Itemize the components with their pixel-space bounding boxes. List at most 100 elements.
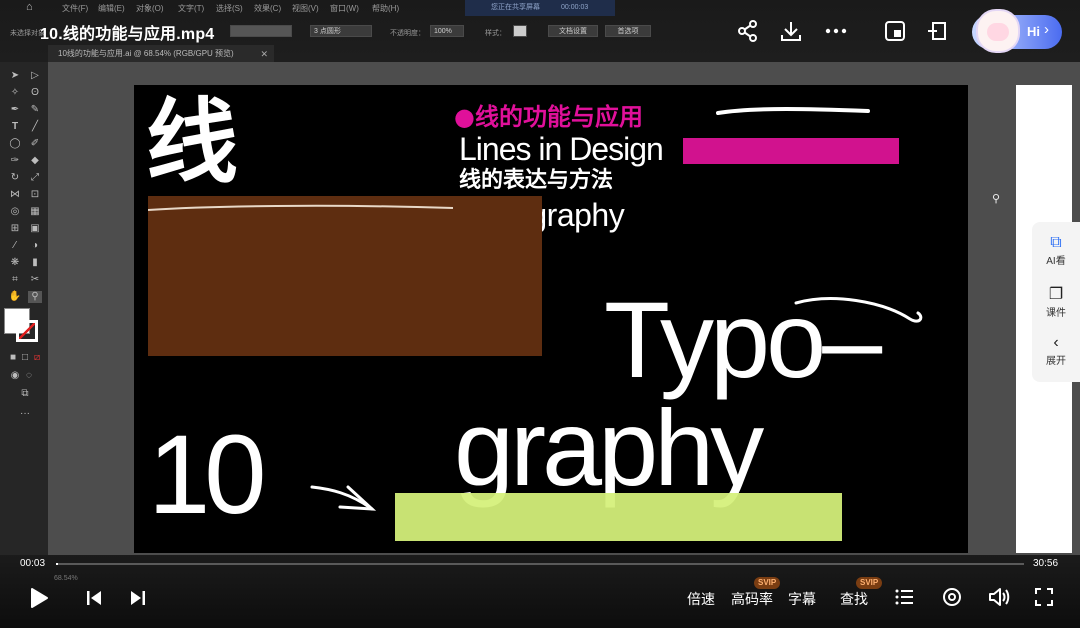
line-tool-icon[interactable]: ╱ bbox=[28, 121, 42, 133]
close-icon[interactable]: ✕ bbox=[260, 45, 268, 63]
eraser-tool-icon[interactable]: ◆ bbox=[28, 155, 42, 167]
lasso-tool-icon[interactable]: ʘ bbox=[28, 87, 42, 99]
lime-bar bbox=[395, 493, 842, 541]
curvature-tool-icon[interactable]: ✎ bbox=[28, 104, 42, 116]
slice-tool-icon[interactable]: ✂ bbox=[28, 274, 42, 286]
stroke-color-field[interactable] bbox=[230, 25, 292, 37]
gradient-tool-icon[interactable]: ▣ bbox=[28, 223, 42, 235]
fullscreen-icon[interactable] bbox=[1034, 587, 1054, 607]
progress-bar[interactable] bbox=[56, 563, 1024, 565]
stroke-profile-select[interactable]: 3 点圆形 bbox=[310, 25, 372, 37]
preferences-button[interactable]: 首选项 bbox=[605, 25, 651, 37]
rotate-tool-icon[interactable]: ↻ bbox=[8, 172, 22, 184]
zoom-tool-icon[interactable]: ⚲ bbox=[28, 291, 42, 303]
shape-builder-tool-icon[interactable]: ◎ bbox=[8, 206, 22, 218]
volume-icon[interactable] bbox=[988, 586, 1010, 608]
menu-help[interactable]: 帮助(H) bbox=[372, 3, 399, 14]
artboard-tool-icon[interactable]: ⌗ bbox=[8, 274, 22, 286]
chevron-left-icon: ‹ bbox=[1053, 334, 1059, 351]
progress-fill bbox=[56, 563, 58, 565]
document-setup-button[interactable]: 文档设置 bbox=[548, 25, 598, 37]
selection-tool-icon[interactable]: ➤ bbox=[8, 70, 22, 82]
expand-label: 展开 bbox=[1046, 356, 1066, 367]
video-title: 10.线的功能与应用.mp4 bbox=[40, 26, 215, 43]
artboard-big-character: 线 bbox=[146, 89, 239, 196]
subtitles-button[interactable]: 字幕 bbox=[788, 589, 816, 609]
ai-menubar: ⌂ 文件(F) 编辑(E) 对象(O) 文字(T) 选择(S) 效果(C) 视图… bbox=[0, 0, 960, 16]
speed-button[interactable]: 倍速 bbox=[687, 589, 715, 609]
artboard-big-typo: Typo– bbox=[604, 279, 882, 400]
assistant-avatar bbox=[976, 9, 1020, 53]
none-mode-icon[interactable]: ⧄ bbox=[30, 352, 44, 364]
side-panel: ⧉ AI看 ❐ 课件 ‹ 展开 bbox=[1032, 222, 1080, 382]
artboard-pink-title: ●线的功能与应用 bbox=[454, 103, 643, 131]
search-button[interactable]: 查找 bbox=[840, 589, 868, 609]
menu-edit[interactable]: 编辑(E) bbox=[98, 3, 125, 14]
ai-watch-icon: ⧉ bbox=[1050, 234, 1062, 251]
edit-toolbar-icon[interactable]: ··· bbox=[18, 408, 32, 420]
brown-rectangle bbox=[148, 196, 542, 356]
graph-tool-icon[interactable]: ▮ bbox=[28, 257, 42, 269]
symbol-sprayer-tool-icon[interactable]: ❋ bbox=[8, 257, 22, 269]
courseware-icon: ❐ bbox=[1048, 286, 1064, 303]
ai-assistant-button[interactable]: Hi › bbox=[972, 9, 1062, 53]
bitrate-svip-badge: SVIP bbox=[754, 577, 781, 589]
arrow-shape bbox=[310, 485, 377, 511]
stroke-swatch[interactable] bbox=[16, 320, 38, 342]
hand-tool-icon[interactable]: ✋ bbox=[8, 291, 22, 303]
share-banner-text: 您正在共享屏幕 bbox=[491, 4, 540, 11]
free-transform-tool-icon[interactable]: ⊡ bbox=[28, 189, 42, 201]
opacity-value: 100% bbox=[434, 28, 452, 35]
courseware-button[interactable]: ❐ 课件 bbox=[1032, 284, 1080, 319]
play-icon[interactable] bbox=[28, 586, 50, 610]
menu-effect[interactable]: 效果(C) bbox=[254, 3, 281, 14]
artboard-big-graphy: graphy bbox=[454, 387, 764, 508]
magenta-bar bbox=[683, 138, 899, 164]
screen-share-banner: 您正在共享屏幕 00:00:03 bbox=[465, 0, 615, 16]
draw-mode-icon[interactable]: ◉ bbox=[8, 370, 22, 382]
blend-tool-icon[interactable]: ◑ bbox=[28, 240, 42, 252]
next-icon[interactable] bbox=[129, 589, 147, 607]
courseware-label: 课件 bbox=[1046, 308, 1066, 319]
bitrate-button[interactable]: 高码率 bbox=[731, 589, 773, 609]
hand-drawn-line bbox=[148, 204, 454, 211]
paintbrush-tool-icon[interactable]: ✐ bbox=[28, 138, 42, 150]
menu-view[interactable]: 视图(V) bbox=[292, 3, 319, 14]
more-icon[interactable] bbox=[824, 19, 848, 43]
menu-type[interactable]: 文字(T) bbox=[178, 3, 204, 14]
ellipse-tool-icon[interactable]: ◯ bbox=[8, 138, 22, 150]
eyedropper-tool-icon[interactable]: ⁄ bbox=[8, 240, 22, 252]
document-tab[interactable]: 10线的功能与应用.ai @ 68.54% (RGB/GPU 预览) ✕ bbox=[48, 45, 274, 63]
shaper-tool-icon[interactable]: ✑ bbox=[8, 155, 22, 167]
type-tool-icon[interactable]: T bbox=[8, 121, 22, 133]
direct-selection-tool-icon[interactable]: ▷ bbox=[28, 70, 42, 82]
perspective-tool-icon[interactable]: ▦ bbox=[28, 206, 42, 218]
exit-window-icon[interactable] bbox=[926, 19, 950, 43]
pip-icon[interactable] bbox=[883, 19, 907, 43]
share-icon[interactable] bbox=[736, 19, 760, 43]
draw-behind-icon[interactable]: ◌ bbox=[22, 370, 36, 382]
menu-select[interactable]: 选择(S) bbox=[216, 3, 243, 14]
previous-icon[interactable] bbox=[85, 589, 103, 607]
home-icon[interactable]: ⌂ bbox=[26, 1, 33, 13]
opacity-field[interactable]: 100% bbox=[430, 25, 464, 37]
expand-button[interactable]: ‹ 展开 bbox=[1032, 334, 1080, 367]
menu-file[interactable]: 文件(F) bbox=[62, 3, 88, 14]
artboard-big-number: 10 bbox=[148, 412, 267, 537]
preferences-label: 首选项 bbox=[617, 28, 639, 35]
mesh-tool-icon[interactable]: ⊞ bbox=[8, 223, 22, 235]
magic-wand-tool-icon[interactable]: ✧ bbox=[8, 87, 22, 99]
screen-mode-icon[interactable]: ⧉ bbox=[18, 388, 32, 400]
width-tool-icon[interactable]: ⋈ bbox=[8, 189, 22, 201]
zoom-cursor-icon: ⚲ bbox=[992, 193, 1001, 205]
ai-watch-label: AI看 bbox=[1046, 256, 1066, 267]
menu-window[interactable]: 窗口(W) bbox=[330, 3, 359, 14]
scale-tool-icon[interactable]: ⤢ bbox=[28, 172, 42, 184]
download-icon[interactable] bbox=[779, 19, 803, 43]
danmaku-icon[interactable] bbox=[942, 587, 962, 607]
menu-object[interactable]: 对象(O) bbox=[136, 3, 164, 14]
playlist-icon[interactable] bbox=[894, 587, 914, 607]
pen-tool-icon[interactable]: ✒ bbox=[8, 104, 22, 116]
ai-watch-button[interactable]: ⧉ AI看 bbox=[1032, 234, 1080, 267]
style-swatch[interactable] bbox=[513, 25, 527, 37]
